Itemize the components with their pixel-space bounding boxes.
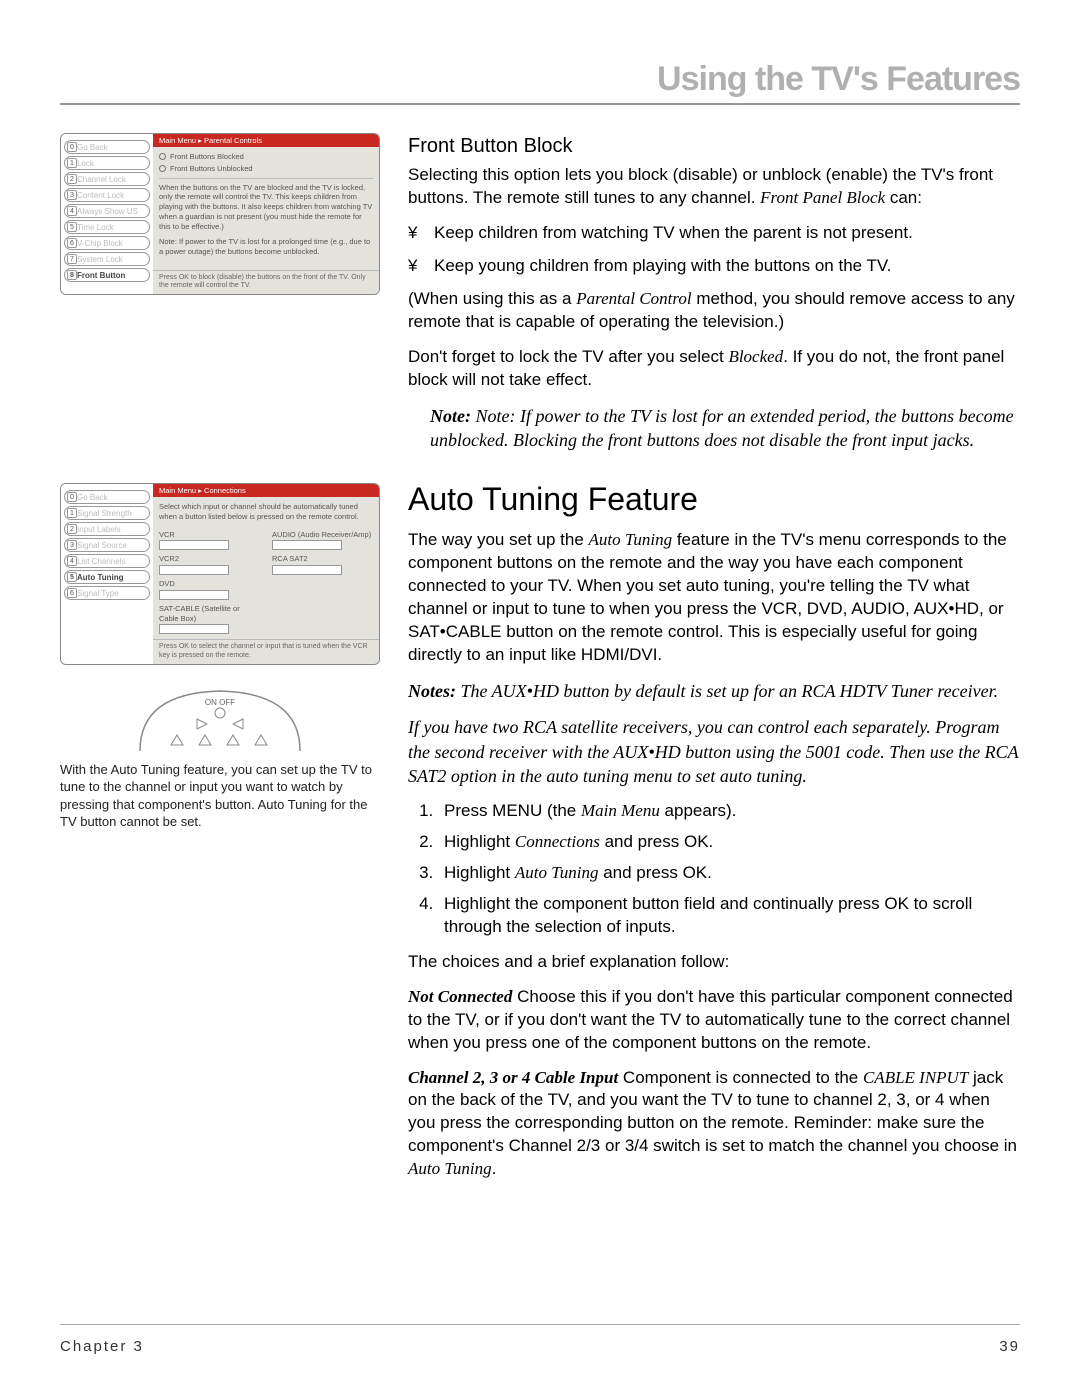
menu-item: 6V-Chip Block — [64, 236, 150, 250]
menu1-footer: Press OK to block (disable) the buttons … — [153, 270, 379, 295]
menu1-note: Note: If power to the TV is lost for a p… — [159, 237, 373, 257]
menu-item: 3Signal Source — [64, 538, 150, 552]
menu-item: 1Lock — [64, 156, 150, 170]
menu1-explain: When the buttons on the TV are blocked a… — [159, 183, 373, 232]
field-rcasat2: RCA SAT2 — [272, 554, 373, 564]
remote-caption: With the Auto Tuning feature, you can se… — [60, 761, 380, 831]
not-connected: Not Connected Choose this if you don't h… — [408, 986, 1020, 1055]
menu-item: 3Content Lock — [64, 188, 150, 202]
menu1-radio-blocked: Front Buttons Blocked — [170, 152, 244, 162]
fbb-p2: (When using this as a Parental Control m… — [408, 288, 1020, 334]
menu-item: 4Always Show US — [64, 204, 150, 218]
menu1-radio-unblocked: Front Buttons Unblocked — [170, 164, 253, 174]
fbb-p3: Don't forget to lock the TV after you se… — [408, 346, 1020, 392]
menu-item: 7System Lock — [64, 252, 150, 266]
menu1-body: Front Buttons Blocked Front Buttons Unbl… — [153, 147, 379, 270]
at-p1: The way you set up the Auto Tuning featu… — [408, 529, 1020, 667]
footer-rule — [60, 1324, 1020, 1325]
menu-item: 6Signal Type — [64, 586, 150, 600]
fbb-bullet-2: ¥Keep young children from playing with t… — [408, 255, 1020, 278]
channel-cable-input: Channel 2, 3 or 4 Cable Input Component … — [408, 1067, 1020, 1182]
footer-left: Chapter 3 — [60, 1338, 144, 1355]
menu-item: 0Go Back — [64, 490, 150, 504]
at-note1: Notes: Notes: The AUX•HD button by defau… — [408, 679, 1020, 703]
left-column: 0Go Back 1Lock 2Channel Lock 3Content Lock 4… — [60, 133, 380, 1193]
step-4: Highlight the component button ﬁeld and … — [438, 893, 1020, 939]
remote-svg: ON OFF — [135, 683, 305, 753]
menu-item: 2Channel Lock — [64, 172, 150, 186]
page-header-title: Using the TV's Features — [60, 60, 1020, 103]
menu-item: 8Front Button Block — [64, 268, 150, 282]
menu-item: 5Auto Tuning — [64, 570, 150, 584]
step-1: Press MENU (the Main Menu appears). — [438, 800, 1020, 823]
onoff-label: ON OFF — [205, 698, 235, 707]
menu-item: 0Go Back — [64, 140, 150, 154]
field-audio: AUDIO (Audio Receiver/Amp) — [272, 530, 373, 540]
at-note2: If you have two RCA satellite receivers,… — [408, 715, 1020, 788]
footer-right: 39 — [999, 1338, 1020, 1355]
menu1-sidebar: 0Go Back 1Lock 2Channel Lock 3Content Lock 4… — [61, 134, 153, 294]
at-steps: Press MENU (the Main Menu appears). High… — [438, 800, 1020, 939]
fbb-heading: Front Button Block — [408, 133, 1020, 160]
remote-diagram: ON OFF With the Auto Tuning feature, you… — [60, 683, 380, 831]
menu2-sidebar: 0Go Back 1Signal Strength 2Input Labels 3Si… — [61, 484, 153, 664]
header-rule — [60, 103, 1020, 105]
fbb-note: Note: Note: If power to the TV is lost f… — [430, 404, 1020, 453]
menu-item: 4List Channels — [64, 554, 150, 568]
step-2: Highlight Connections and press OK. — [438, 831, 1020, 854]
auto-tuning-heading: Auto Tuning Feature — [408, 478, 1020, 521]
content-columns: 0Go Back 1Lock 2Channel Lock 3Content Lock 4… — [60, 133, 1020, 1193]
choices-intro: The choices and a brief explanation foll… — [408, 951, 1020, 974]
menu-item: 5Time Lock — [64, 220, 150, 234]
menu2-body: Select which input or channel should be … — [153, 497, 379, 639]
menu2-titlebar: Main Menu ▸ Connections — [153, 484, 379, 497]
menu-connections: 0Go Back 1Signal Strength 2Input Labels 3Si… — [60, 483, 380, 665]
field-dvd: DVD — [159, 579, 260, 589]
menu1-titlebar: Main Menu ▸ Parental Controls — [153, 134, 379, 147]
field-vcr: VCR — [159, 530, 260, 540]
menu2-intro: Select which input or channel should be … — [159, 502, 373, 522]
field-satcable: SAT-CABLE (Satellite or Cable Box) — [159, 604, 260, 624]
menu-parental-controls: 0Go Back 1Lock 2Channel Lock 3Content Lock 4… — [60, 133, 380, 295]
step-3: Highlight Auto Tuning and press OK. — [438, 862, 1020, 885]
page-footer: Chapter 3 39 — [60, 1338, 1020, 1355]
menu-item: 1Signal Strength — [64, 506, 150, 520]
menu-item: 2Input Labels — [64, 522, 150, 536]
fbb-p1: Selecting this option lets you block (di… — [408, 164, 1020, 210]
menu2-footer: Press OK to select the channel or input … — [153, 639, 379, 664]
field-vcr2: VCR2 — [159, 554, 260, 564]
fbb-bullet-1: ¥Keep children from watching TV when the… — [408, 222, 1020, 245]
right-column: Front Button Block Selecting this option… — [408, 133, 1020, 1193]
